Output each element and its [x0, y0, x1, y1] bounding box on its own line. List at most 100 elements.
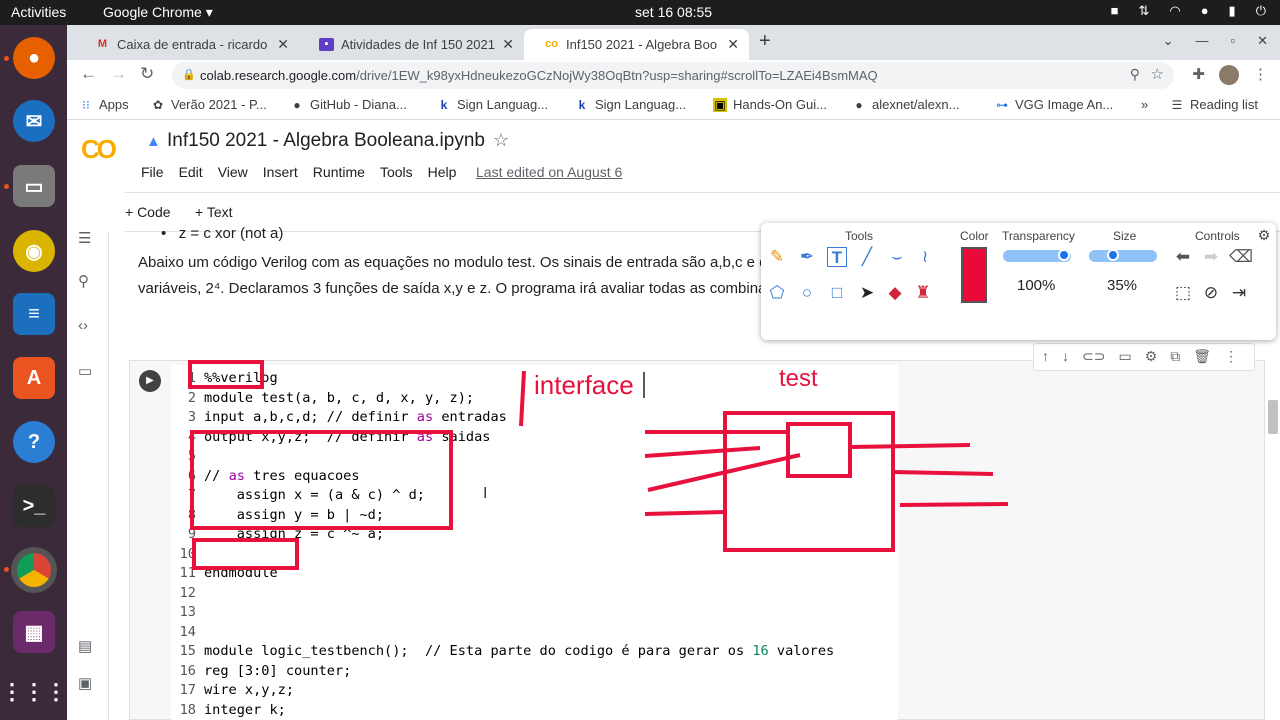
close-tab-icon[interactable]: ✕ [277, 36, 289, 53]
star-icon[interactable]: ☆ [493, 130, 509, 151]
scrollbar-thumb[interactable] [1268, 400, 1278, 434]
last-edited-link[interactable]: Last edited on August 6 [476, 164, 622, 180]
forward-icon[interactable]: → [110, 64, 127, 84]
tab-colab[interactable]: co Inf150 2021 - Algebra Boo ✕ [524, 29, 749, 60]
writer-icon[interactable]: ≡ [13, 293, 55, 335]
terminal-icon[interactable]: ▣ [78, 674, 92, 692]
fill-icon[interactable]: ♜ [913, 283, 933, 303]
menu-help[interactable]: Help [428, 164, 457, 180]
slider-knob[interactable] [1107, 249, 1119, 261]
menu-edit[interactable]: Edit [179, 164, 203, 180]
close-tab-icon[interactable]: ✕ [502, 36, 514, 53]
code-line[interactable]: 14 [174, 623, 834, 643]
menu-runtime[interactable]: Runtime [313, 164, 365, 180]
bookmark-star-icon[interactable]: ☆ [1151, 65, 1164, 83]
menu-file[interactable]: File [141, 164, 164, 180]
code-line[interactable]: 2 module test(a, b, c, d, x, y, z); [174, 389, 834, 409]
colab-logo[interactable]: CO [81, 134, 117, 165]
close-window-icon[interactable]: ✕ [1257, 33, 1268, 49]
circle-icon[interactable]: ○ [797, 283, 817, 303]
extensions-icon[interactable]: ✚ [1192, 65, 1205, 85]
app-menu[interactable]: Google Chrome ▾ [103, 4, 213, 21]
code-line[interactable]: 9 assign z = c ^~ a; [174, 525, 834, 545]
settings-icon[interactable]: ⚙ [1254, 225, 1274, 245]
tab-gmail[interactable]: M Caixa de entrada - ricardo ✕ [75, 29, 299, 60]
code-line[interactable]: 11 endmodule [174, 564, 834, 584]
bookmark-item[interactable]: ● GitHub - Diana... [290, 97, 406, 112]
rhythmbox-icon[interactable]: ◉ [13, 230, 55, 272]
new-tab-button[interactable]: + [759, 30, 771, 53]
bookmark-apps[interactable]: ⁝⁝ Apps [79, 97, 128, 112]
more-icon[interactable]: ⋮ [1224, 348, 1238, 370]
toc-icon[interactable]: ☰ [78, 229, 91, 247]
delete-icon[interactable]: 🗑 [1193, 348, 1211, 370]
notebook-title[interactable]: Inf150 2021 - Algebra Booleana.ipynb [167, 130, 485, 152]
bookmark-item[interactable]: ✿ Verão 2021 - P... [151, 97, 267, 112]
screenshot-icon[interactable]: ⬚ [1173, 283, 1193, 303]
settings-icon[interactable]: ⚙ [1145, 348, 1158, 370]
code-line[interactable]: 1 %%verilog [174, 369, 834, 389]
files-icon[interactable]: ▭ [78, 362, 92, 380]
pointer-icon[interactable]: ➤ [857, 283, 877, 303]
reading-list-button[interactable]: ☰ Reading list [1170, 97, 1258, 112]
help-icon[interactable]: ? [13, 421, 55, 463]
move-up-icon[interactable]: ↑ [1042, 348, 1049, 370]
code-line[interactable]: 5 [174, 447, 834, 467]
zoom-icon[interactable]: ⚲ [1130, 66, 1140, 83]
add-text-button[interactable]: + Text [195, 204, 233, 220]
show-apps-icon[interactable]: ⋮⋮⋮ [1, 671, 67, 713]
bookmark-item[interactable]: k Sign Languag... [575, 97, 686, 112]
code-snippets-icon[interactable]: ‹› [78, 317, 88, 334]
tab-search-icon[interactable]: ⌄ [1163, 33, 1174, 49]
line-icon[interactable]: ╱ [857, 247, 877, 267]
comment-icon[interactable]: ▭ [1118, 348, 1131, 370]
close-tab-icon[interactable]: ✕ [727, 36, 739, 53]
menu-tools[interactable]: Tools [380, 164, 413, 180]
tab-classroom[interactable]: ▪ Atividades de Inf 150 2021 ✕ [299, 29, 524, 60]
chrome-menu-icon[interactable]: ⋮ [1253, 65, 1268, 85]
system-tray[interactable]: ■ ⇅ ◠ ● ▮ ⏻ [1111, 3, 1266, 19]
menu-view[interactable]: View [218, 164, 248, 180]
terminal-icon[interactable]: >_ [13, 485, 55, 527]
files-icon[interactable]: ▭ [13, 165, 55, 207]
eraser-icon[interactable]: ◆ [885, 283, 905, 303]
curve-icon[interactable]: ⌣ [887, 247, 907, 267]
avatar[interactable] [1219, 65, 1239, 85]
run-cell-button[interactable]: ▶ [139, 370, 161, 392]
transparency-slider[interactable] [1003, 249, 1071, 262]
code-line[interactable]: 18 integer k; [174, 701, 834, 720]
add-code-button[interactable]: + Code [125, 204, 171, 220]
code-line[interactable]: 4 output x,y,z; // definir as saidas [174, 428, 834, 448]
maximize-icon[interactable]: ▫ [1230, 33, 1235, 49]
link-icon[interactable]: ⊂⊃ [1082, 348, 1105, 370]
text-tool-icon[interactable]: T [827, 247, 847, 267]
search-icon[interactable]: ⚲ [78, 272, 89, 290]
code-line[interactable]: 15 module logic_testbench(); // Esta part… [174, 642, 835, 662]
more-bookmarks-button[interactable]: » [1141, 97, 1148, 112]
bookmark-item[interactable]: ● alexnet/alexn... [852, 97, 959, 112]
code-line[interactable]: 7 assign x = (a & c) ^ d; [174, 486, 834, 506]
clear-icon[interactable]: ⌫ [1229, 247, 1253, 267]
clock[interactable]: set 16 08:55 [635, 4, 712, 20]
move-down-icon[interactable]: ↓ [1062, 348, 1069, 370]
code-line[interactable]: 16 reg [3:0] counter; [174, 662, 834, 682]
address-bar[interactable]: 🔒 colab.research.google.com/drive/1EW_k9… [172, 62, 1174, 89]
chrome-icon[interactable] [11, 547, 57, 593]
bookmark-item[interactable]: ⊶ VGG Image An... [995, 97, 1113, 112]
reload-icon[interactable]: ↻ [140, 64, 154, 84]
minimize-icon[interactable]: — [1195, 33, 1208, 49]
polygon-icon[interactable]: ⬠ [767, 283, 787, 303]
code-line[interactable]: 12 [174, 584, 834, 604]
video-editor-icon[interactable]: ▦ [13, 611, 55, 653]
hide-icon[interactable]: ⊘ [1201, 283, 1221, 303]
mirror-icon[interactable]: ⧉ [1170, 348, 1180, 370]
redo-icon[interactable]: ➡ [1201, 247, 1221, 267]
highlighter-icon[interactable]: ✒ [797, 247, 817, 267]
activities-button[interactable]: Activities [11, 4, 66, 20]
thunderbird-icon[interactable]: ✉ [13, 100, 55, 142]
size-slider[interactable] [1089, 249, 1157, 262]
exit-icon[interactable]: ⇥ [1229, 283, 1249, 303]
firefox-icon[interactable]: ● [13, 37, 55, 79]
pencil-icon[interactable]: ✎ [767, 247, 787, 267]
code-line[interactable]: 3 input a,b,c,d; // definir as entradas [174, 408, 834, 428]
